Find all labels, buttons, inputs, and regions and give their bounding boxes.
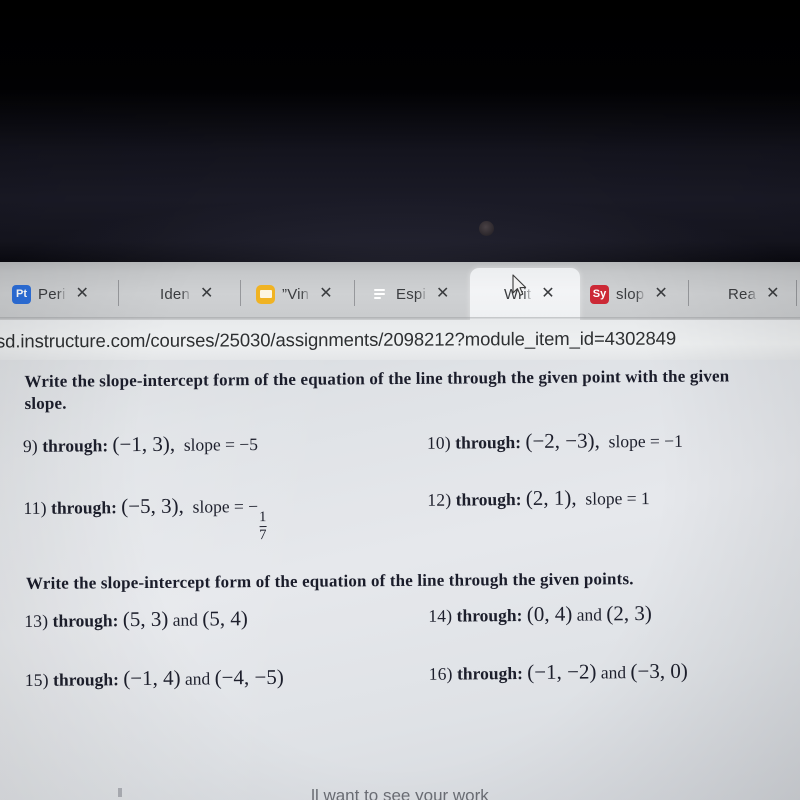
fraction-denominator: 7 [259,526,267,544]
problem-number: 14) [428,605,453,626]
through-label: through: [456,605,523,626]
problem-14: 14) through: (0, 4) and (2, 3) [428,601,652,628]
bezel-glow [0,196,800,262]
worksheet-page: Write the slope-intercept form of the eq… [0,360,800,800]
google-docs-icon [370,285,389,304]
slope-label: slope = [608,430,660,452]
notes-icon [256,284,275,304]
tab-title: slop [616,285,645,303]
tab-close-button[interactable]: ✕ [763,284,782,304]
problem-number: 16) [428,663,453,684]
canvas-lms-icon [702,285,721,304]
through-label: through: [42,435,109,456]
problem-point-1: (−1, 4) [123,665,181,691]
footer-partial-text: ll want to see your work [311,786,489,800]
problem-point: (−1, 3), [112,431,176,457]
conjunction: and [184,668,211,689]
tab-close-button[interactable]: ✕ [72,284,91,304]
problem-12: 12) through: (2, 1), slope = 1 [427,485,650,512]
problem-16: 16) through: (−1, −2) and (−3, 0) [429,659,688,686]
through-label: through: [53,669,119,690]
tab-close-button[interactable]: ✕ [197,284,216,304]
tab-peri[interactable]: Pt Peri ✕ [4,268,112,320]
prezi-pt-icon: Pt [12,284,31,304]
tab-close-button[interactable]: ✕ [316,284,335,304]
through-label: through: [455,432,522,453]
problem-point-1: (0, 4) [526,601,573,627]
conjunction: and [600,662,627,683]
tab-vin[interactable]: ”Vin ✕ [248,268,352,320]
slope-sign: − [248,496,259,517]
slope-label: slope = [192,496,244,517]
address-bar[interactable]: sd.instructure.com/courses/25030/assignm… [0,320,800,360]
conjunction: and [576,604,603,625]
slope-value: 1 [640,488,650,509]
conjunction: and [172,609,199,630]
url-text: sd.instructure.com/courses/25030/assignm… [0,327,677,352]
slope-value: −1 [664,430,683,451]
problem-number: 11) [23,497,47,518]
problem-point: (−2, −3), [525,428,600,454]
tab-title: Peri [38,285,66,303]
tab-divider [688,280,689,306]
tab-title: ”Vin [282,285,310,303]
tab-divider [240,280,241,306]
problem-point-2: (5, 4) [202,606,248,631]
problem-number: 10) [426,432,451,453]
problem-11: 11) through: (−5, 3), slope = −1 7 [23,493,267,546]
problem-13: 13) through: (5, 3) and (5, 4) [24,606,248,633]
problem-number: 15) [24,669,49,690]
problem-point: (−5, 3), [121,493,184,519]
problem-point-2: (−3, 0) [630,658,688,684]
tab-close-button[interactable]: ✕ [433,284,452,304]
canvas-lms-icon [134,285,153,304]
problem-point: (2, 1), [525,485,577,511]
tab-divider [118,280,119,306]
through-label: through: [456,663,523,684]
problem-point-2: (−4, −5) [214,664,284,690]
problem-point-1: (5, 3) [122,606,169,632]
slope-label: slope = [183,434,236,455]
worksheet-heading-1: Write the slope-intercept form of the eq… [24,366,730,413]
slope-fraction: 17 [259,509,267,544]
through-label: through: [50,497,117,518]
tab-espi[interactable]: Espi ✕ [362,268,468,320]
mouse-cursor-icon [511,274,527,298]
slope-label: slope = [585,488,637,509]
symbolab-sy-icon: Sy [590,284,609,304]
worksheet-heading-2: Write the slope-intercept form of the eq… [25,569,634,593]
problem-number: 9) [22,435,38,456]
through-label: through: [52,610,119,631]
tab-title: Iden [160,285,190,303]
problem-9: 9) through: (−1, 3), slope = −5 [23,431,258,458]
webcam-icon [479,221,494,236]
tab-iden[interactable]: Iden ✕ [126,268,234,320]
tab-close-button[interactable]: ✕ [651,284,670,304]
tab-slop[interactable]: Sy slop ✕ [582,268,686,320]
screenshot-root: Pt Peri ✕ Iden ✕ ”Vin ✕ Espi ✕ Writ ✕ Sy… [0,0,800,800]
tab-title: Espi [396,285,426,303]
problem-number: 12) [427,489,452,510]
tab-divider [354,280,355,306]
problem-point-1: (−1, −2) [527,659,597,685]
problem-15: 15) through: (−1, 4) and (−4, −5) [25,665,284,692]
problem-point-2: (2, 3) [606,601,652,626]
browser-tab-strip: Pt Peri ✕ Iden ✕ ”Vin ✕ Espi ✕ Writ ✕ Sy… [0,262,800,320]
laptop-bezel [0,0,800,262]
problem-number: 13) [24,610,49,631]
problem-10: 10) through: (−2, −3), slope = −1 [427,428,683,455]
tab-rea[interactable]: Rea ✕ [694,268,798,320]
tab-close-button[interactable]: ✕ [538,284,557,304]
tab-title: Rea [728,285,757,303]
tab-divider [796,280,797,306]
slope-value: −5 [239,434,259,455]
canvas-lms-icon [478,285,497,304]
fraction-numerator: 1 [259,509,267,526]
through-label: through: [455,489,522,510]
